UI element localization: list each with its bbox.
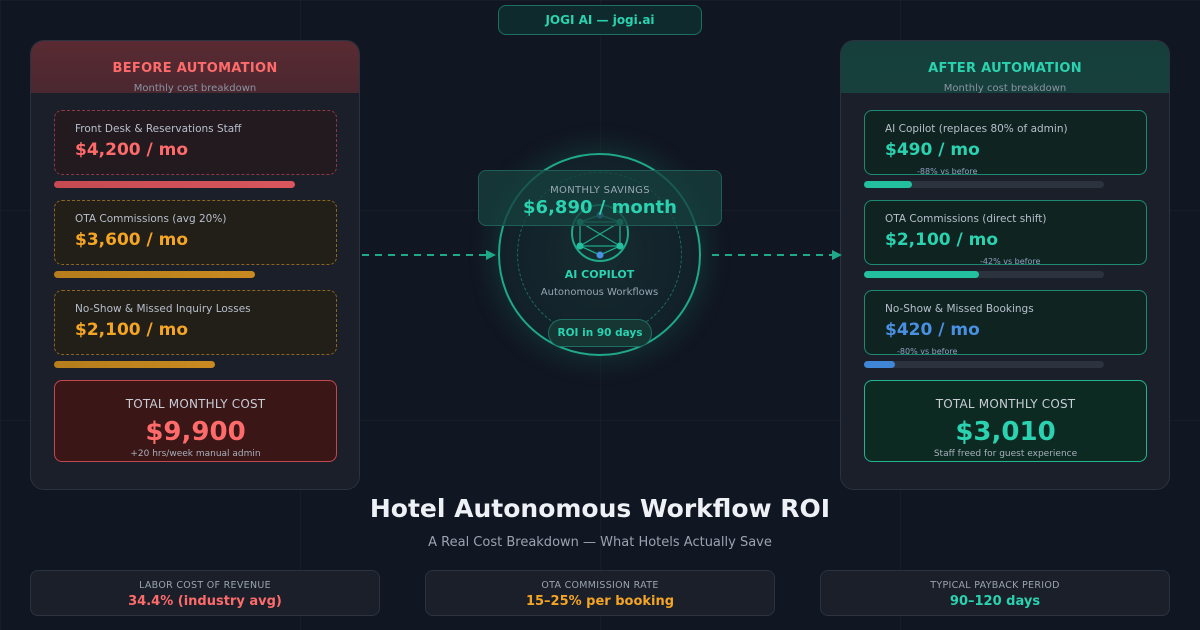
page-subtitle: A Real Cost Breakdown — What Hotels Actu… bbox=[428, 535, 772, 550]
stat-value: 34.4% (industry avg) bbox=[128, 594, 282, 609]
stat-label: TYPICAL PAYBACK PERIOD bbox=[930, 580, 1060, 591]
page-title: Hotel Autonomous Workflow ROI bbox=[369, 494, 831, 523]
stat-value: 90–120 days bbox=[949, 594, 1041, 609]
stat-payback: TYPICAL PAYBACK PERIOD 90–120 days bbox=[820, 570, 1170, 616]
stat-labor-cost: LABOR COST OF REVENUE 34.4% (industry av… bbox=[30, 570, 380, 616]
monthly-savings-box: MONTHLY SAVINGS $6,890 / month bbox=[478, 170, 722, 226]
stat-label: LABOR COST OF REVENUE bbox=[139, 580, 271, 591]
stat-label: OTA COMMISSION RATE bbox=[541, 580, 659, 591]
stat-value: 15–25% per booking bbox=[525, 594, 675, 609]
savings-value: $6,890 / month bbox=[523, 197, 677, 218]
roi-badge[interactable]: ROI in 90 days bbox=[548, 319, 652, 347]
hub-subtitle: Autonomous Workflows bbox=[540, 287, 659, 298]
savings-label: MONTHLY SAVINGS bbox=[550, 185, 650, 196]
stat-ota-rate: OTA COMMISSION RATE 15–25% per booking bbox=[425, 570, 775, 616]
hub-title: AI COPILOT bbox=[564, 268, 635, 281]
